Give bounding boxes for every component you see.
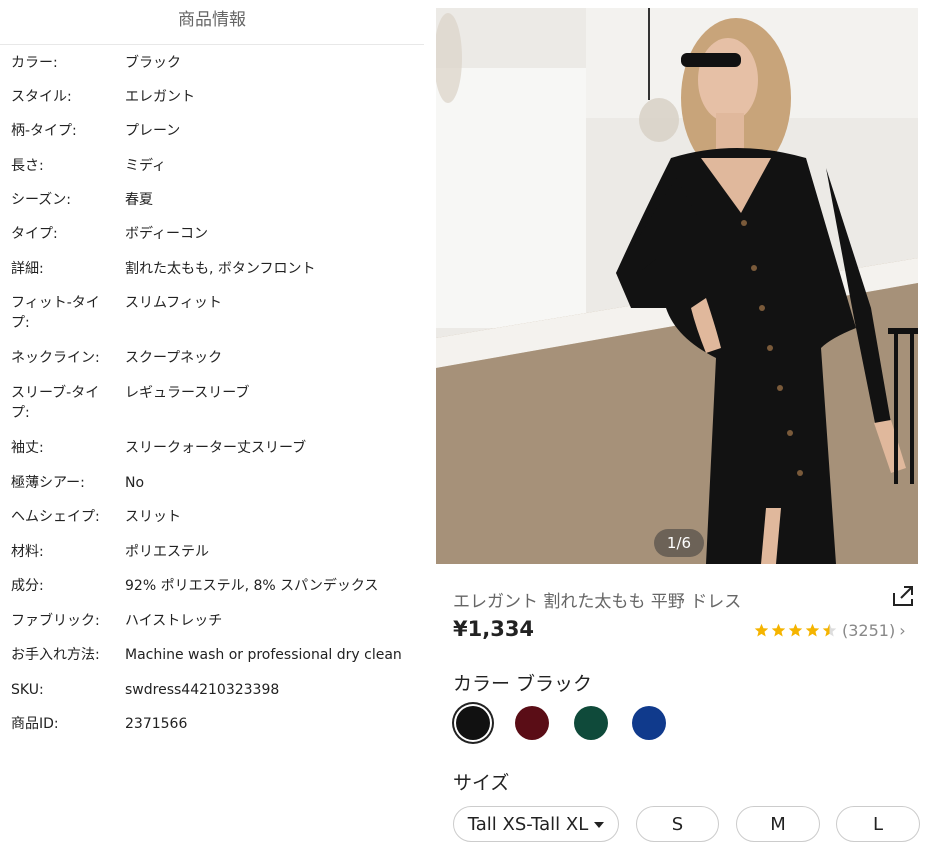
attribute-label: ネックライン:: [11, 350, 100, 366]
attribute-value: スリット: [125, 509, 181, 525]
attribute-row: 材料: ポリエステル: [0, 542, 424, 576]
attribute-value: スクープネック: [125, 350, 223, 366]
attribute-row: フィット-タイプ: スリムフィット: [0, 293, 424, 348]
product-image[interactable]: 1/6: [436, 8, 918, 564]
size-option[interactable]: S: [636, 806, 719, 842]
color-label: カラー ブラック: [453, 673, 593, 695]
product-info-panel: 商品情報 カラー: ブラックスタイル: エレガント柄-タイプ: プレーン長さ: ミディシ…: [0, 0, 424, 847]
attribute-value: 2371566: [125, 716, 188, 732]
star-icon: [805, 623, 820, 636]
size-label-text: M: [770, 814, 786, 835]
attribute-value: ミディ: [125, 158, 167, 174]
color-swatch-dark-green[interactable]: [574, 706, 608, 740]
attribute-row: 詳細: 割れた太もも, ボタンフロント: [0, 259, 424, 293]
attribute-value: プレーン: [125, 123, 181, 139]
attribute-label: 柄-タイプ:: [11, 123, 77, 139]
attribute-value: ボディーコン: [125, 226, 209, 242]
attribute-label: 詳細:: [11, 261, 44, 277]
rating-summary[interactable]: (3251) ›: [754, 619, 906, 641]
share-icon[interactable]: [890, 583, 916, 609]
attribute-value: 春夏: [125, 192, 153, 208]
attribute-label: スタイル:: [11, 89, 72, 105]
star-icon: [754, 623, 769, 636]
size-label-text: L: [872, 814, 884, 835]
attribute-label: 成分:: [11, 578, 44, 594]
attribute-value: 割れた太もも, ボタンフロント: [125, 261, 316, 277]
attribute-label: 極薄シアー:: [11, 475, 85, 491]
product-photo-illustration: [436, 8, 918, 564]
attribute-label: お手入れ方法:: [11, 647, 100, 663]
chevron-right-icon: ›: [899, 620, 906, 640]
attribute-row: 長さ: ミディ: [0, 156, 424, 190]
attribute-row: カラー: ブラック: [0, 53, 424, 87]
attribute-row: 袖丈: スリークォーター丈スリーブ: [0, 438, 424, 472]
size-label-text: S: [671, 814, 684, 835]
product-price: ¥1,334: [453, 617, 535, 641]
attribute-value: 92% ポリエステル, 8% スパンデックス: [125, 578, 379, 594]
attribute-row: 商品ID: 2371566: [0, 714, 424, 748]
attribute-value: ハイストレッチ: [125, 613, 223, 629]
star-icon: [822, 623, 837, 636]
panel-title: 商品情報: [0, 0, 424, 45]
attribute-value: swdress44210323398: [125, 682, 280, 698]
attribute-label: タイプ:: [11, 226, 58, 242]
image-counter: 1/6: [654, 529, 704, 557]
product-title: エレガント 割れた太もも 平野 ドレス: [453, 592, 742, 612]
attribute-row: スタイル: エレガント: [0, 87, 424, 121]
attribute-label: 袖丈:: [11, 440, 44, 456]
attribute-row: 柄-タイプ: プレーン: [0, 121, 424, 155]
review-count: (3251): [842, 620, 896, 640]
attribute-label: カラー:: [11, 55, 58, 71]
attribute-row: 成分: 92% ポリエステル, 8% スパンデックス: [0, 576, 424, 610]
size-option[interactable]: M: [736, 806, 820, 842]
attribute-label: ヘムシェイプ:: [11, 509, 100, 525]
product-detail-panel: 1/6 エレガント 割れた太もも 平野 ドレス ¥1,334 (3251) › …: [436, 0, 940, 847]
attribute-row: ファブリック: ハイストレッチ: [0, 611, 424, 645]
attribute-row: シーズン: 春夏: [0, 190, 424, 224]
size-label-text: Tall XS-Tall XL: [467, 814, 589, 835]
attribute-label: ファブリック:: [11, 613, 100, 629]
attribute-row: タイプ: ボディーコン: [0, 224, 424, 258]
attribute-label: 商品ID:: [11, 716, 59, 732]
star-rating: [754, 623, 839, 638]
attribute-label: スリーブ-タイプ:: [11, 385, 100, 421]
attribute-row: SKU: swdress44210323398: [0, 680, 424, 714]
attribute-row: ヘムシェイプ: スリット: [0, 507, 424, 541]
caret-down-icon: [594, 822, 605, 828]
size-dropdown[interactable]: Tall XS-Tall XL: [453, 806, 619, 842]
attribute-value: スリムフィット: [125, 295, 222, 311]
attribute-row: ネックライン: スクープネック: [0, 348, 424, 382]
attribute-value: レギュラースリーブ: [125, 385, 250, 401]
attribute-value: No: [125, 475, 145, 491]
attribute-label: SKU:: [11, 682, 44, 698]
attribute-value: エレガント: [125, 89, 195, 105]
color-swatch-burgundy[interactable]: [515, 706, 549, 740]
star-icon: [771, 623, 786, 636]
attribute-value: Machine wash or professional dry clean: [125, 647, 402, 663]
attribute-row: お手入れ方法: Machine wash or professional dry …: [0, 645, 424, 679]
color-swatch-black[interactable]: [456, 706, 490, 740]
attribute-label: 材料:: [11, 544, 44, 560]
attribute-row: スリーブ-タイプ: レギュラースリーブ: [0, 383, 424, 438]
attribute-label: シーズン:: [11, 192, 72, 208]
size-label: サイズ: [453, 772, 510, 794]
attribute-value: ポリエステル: [125, 544, 209, 560]
attribute-value: スリークォーター丈スリーブ: [125, 440, 307, 456]
attribute-value: ブラック: [125, 55, 181, 71]
star-icon: [788, 623, 803, 636]
attribute-label: 長さ:: [11, 158, 44, 174]
size-option[interactable]: L: [836, 806, 920, 842]
attribute-row: 極薄シアー: No: [0, 473, 424, 507]
color-swatch-navy-blue[interactable]: [632, 706, 666, 740]
attribute-label: フィット-タイプ:: [11, 295, 100, 331]
